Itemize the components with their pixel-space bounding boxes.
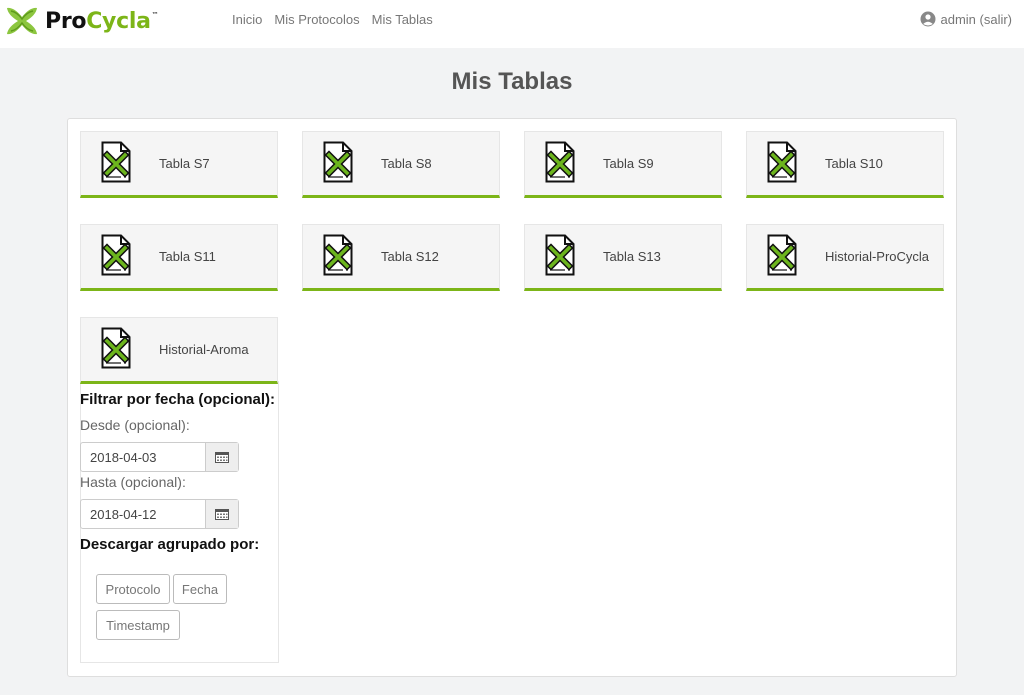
table-card-historial-aroma[interactable]: Historial-Aroma — [80, 317, 278, 384]
user-label: admin (salir) — [940, 11, 1012, 27]
excel-file-icon — [767, 141, 797, 183]
user-circle-icon — [920, 11, 936, 27]
procycla-x-logo-icon — [7, 7, 37, 35]
group-by-title: Descargar agrupado por: — [80, 536, 260, 553]
hasta-date-input[interactable] — [81, 500, 205, 528]
table-card-s9[interactable]: Tabla S9 — [524, 131, 722, 198]
excel-file-icon — [323, 234, 353, 276]
excel-file-icon — [101, 234, 131, 276]
table-card-label: Tabla S7 — [159, 156, 210, 171]
table-card-label: Tabla S13 — [603, 249, 661, 264]
table-card-s7[interactable]: Tabla S7 — [80, 131, 278, 198]
group-by-timestamp-button[interactable]: Timestamp — [96, 610, 180, 640]
hasta-date-picker — [80, 499, 239, 529]
brand-pro: Pro — [45, 8, 87, 34]
main-nav: Inicio Mis Protocolos Mis Tablas — [232, 12, 433, 27]
table-card-s13[interactable]: Tabla S13 — [524, 224, 722, 291]
desde-date-picker — [80, 442, 239, 472]
filter-title: Filtrar por fecha (opcional): — [80, 391, 276, 408]
hasta-calendar-button[interactable] — [205, 500, 238, 528]
desde-calendar-button[interactable] — [205, 443, 238, 471]
table-card-s12[interactable]: Tabla S12 — [302, 224, 500, 291]
desde-label: Desde (opcional): — [80, 417, 190, 433]
table-card-label: Historial-ProCycla — [825, 249, 930, 264]
user-logout-link[interactable]: admin (salir) — [920, 11, 1012, 27]
nav-mis-protocolos[interactable]: Mis Protocolos — [274, 12, 359, 27]
excel-file-icon — [101, 141, 131, 183]
excel-file-icon — [545, 141, 575, 183]
table-card-label: Tabla S11 — [159, 249, 216, 264]
group-by-protocolo-button[interactable]: Protocolo — [96, 574, 170, 604]
desde-date-input[interactable] — [81, 443, 205, 471]
table-card-label: Tabla S8 — [381, 156, 432, 171]
nav-mis-tablas[interactable]: Mis Tablas — [372, 12, 433, 27]
table-card-label: Historial-Aroma — [159, 342, 249, 357]
nav-inicio[interactable]: Inicio — [232, 12, 262, 27]
hasta-label: Hasta (opcional): — [80, 474, 186, 490]
excel-file-icon — [323, 141, 353, 183]
top-navbar: ProCycla™ Inicio Mis Protocolos Mis Tabl… — [0, 0, 1024, 48]
table-card-historial-procycla[interactable]: Historial-ProCycla — [746, 224, 944, 291]
calendar-icon — [215, 452, 229, 463]
table-card-s10[interactable]: Tabla S10 — [746, 131, 944, 198]
excel-file-icon — [767, 234, 797, 276]
excel-file-icon — [101, 327, 131, 369]
page-title: Mis Tablas — [451, 68, 573, 95]
table-card-label: Tabla S12 — [381, 249, 439, 264]
brand-name: ProCycla™ — [45, 8, 159, 34]
brand-cycla: Cycla — [86, 8, 151, 34]
table-card-s8[interactable]: Tabla S8 — [302, 131, 500, 198]
brand-trademark: ™ — [151, 10, 159, 19]
calendar-icon — [215, 509, 229, 520]
table-card-label: Tabla S9 — [603, 156, 654, 171]
table-card-label: Tabla S10 — [825, 156, 883, 171]
procycla-logo[interactable]: ProCycla™ — [5, 3, 159, 39]
group-by-fecha-button[interactable]: Fecha — [173, 574, 227, 604]
excel-file-icon — [545, 234, 575, 276]
table-card-s11[interactable]: Tabla S11 — [80, 224, 278, 291]
